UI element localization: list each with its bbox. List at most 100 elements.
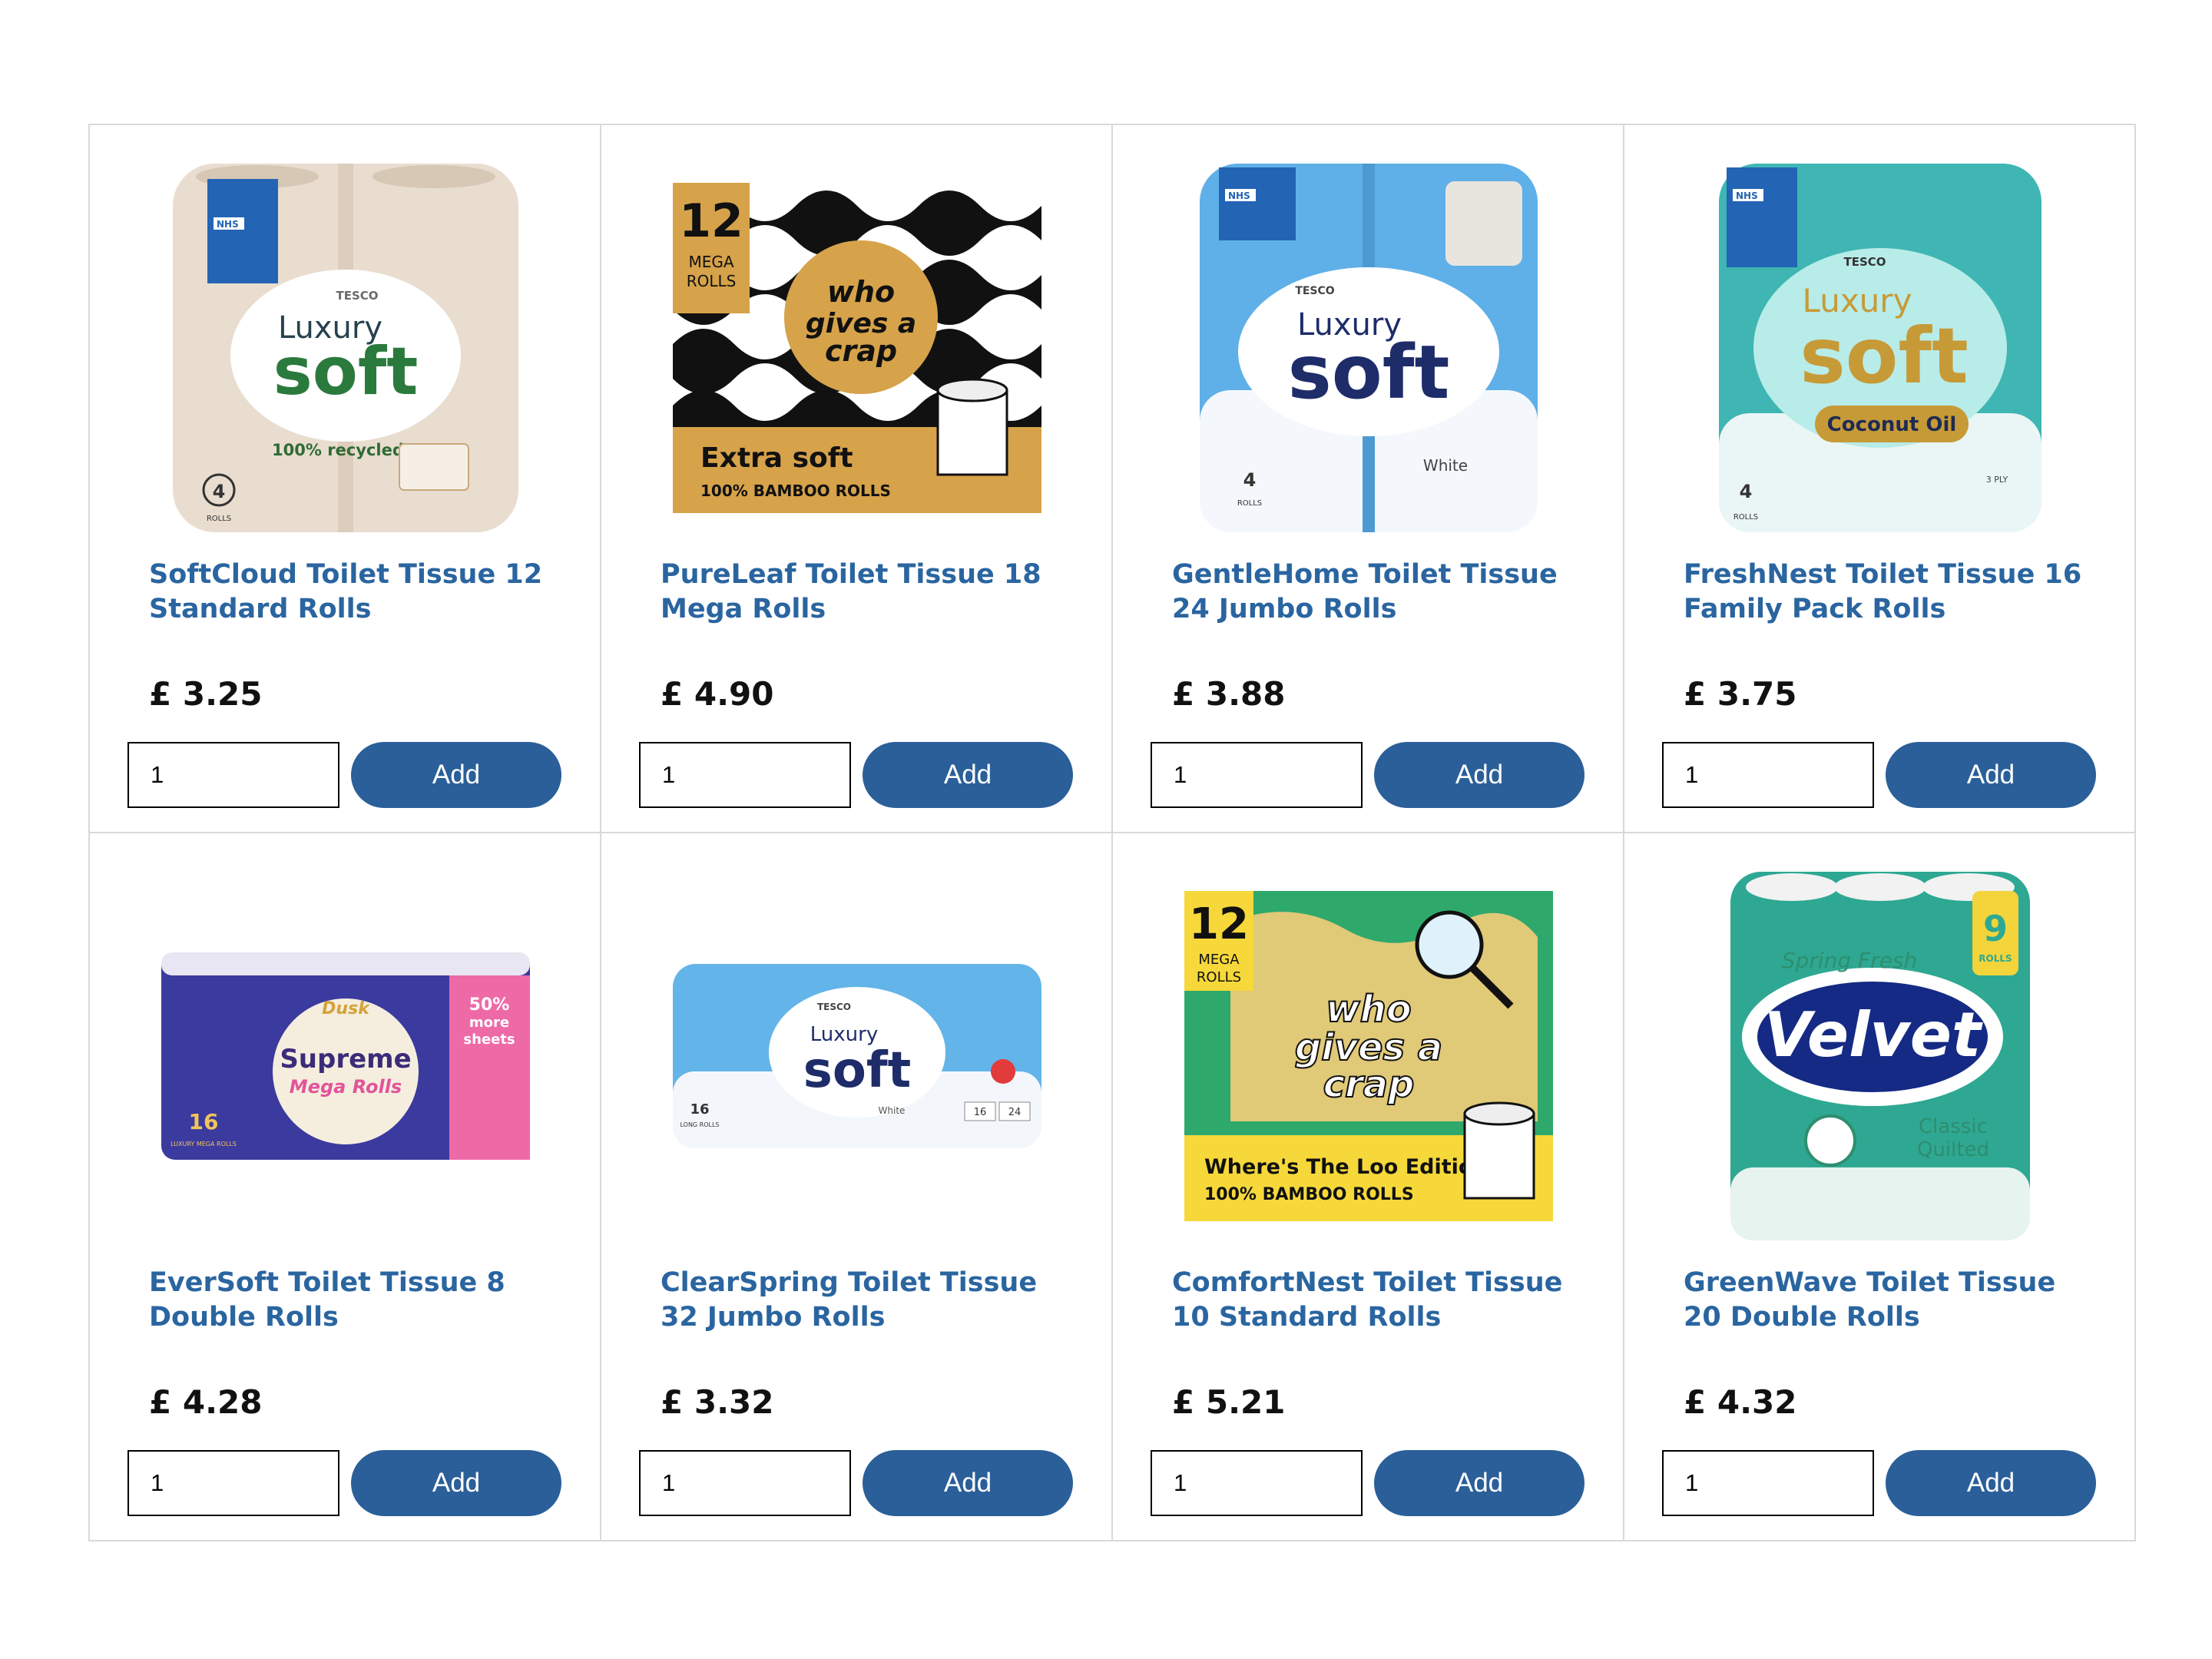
svg-text:crap: crap	[1323, 1063, 1415, 1106]
product-title-link[interactable]: SoftCloud Toilet Tissue 12 Standard Roll…	[149, 558, 548, 627]
product-price: £ 4.32	[1684, 1383, 1797, 1421]
product-price: £ 3.32	[661, 1383, 774, 1421]
add-to-basket-button[interactable]: Add	[1886, 1450, 2096, 1516]
svg-text:ROLLS: ROLLS	[1197, 969, 1241, 985]
svg-text:who: who	[1326, 988, 1412, 1031]
svg-text:ROLLS: ROLLS	[1237, 499, 1262, 508]
svg-text:White: White	[1423, 456, 1468, 475]
product-card: 12 MEGA ROLLS who gives a crap Where's T…	[1113, 833, 1624, 1541]
product-price: £ 4.90	[661, 675, 774, 713]
add-to-basket-button[interactable]: Add	[1374, 1450, 1584, 1516]
product-title-link[interactable]: ComfortNest Toilet Tissue 10 Standard Ro…	[1172, 1266, 1571, 1335]
svg-text:ROLLS: ROLLS	[207, 515, 231, 523]
product-grid: NHS TESCO Luxury soft 100% recycled 4 RO…	[88, 124, 2136, 1541]
product-title-link[interactable]: EverSoft Toilet Tissue 8 Double Rolls	[149, 1266, 548, 1335]
add-to-basket-button[interactable]: Add	[1374, 742, 1584, 808]
product-image[interactable]: Dusk Supreme Mega Rolls 50% more sheets …	[128, 864, 563, 1248]
svg-text:3 PLY: 3 PLY	[1986, 475, 2008, 485]
product-card: Dusk Supreme Mega Rolls 50% more sheets …	[90, 833, 601, 1541]
product-title-link[interactable]: FreshNest Toilet Tissue 16 Family Pack R…	[1684, 558, 2083, 627]
quantity-input[interactable]	[639, 742, 851, 808]
quantity-input[interactable]	[1662, 742, 1874, 808]
svg-text:12: 12	[679, 194, 743, 248]
product-card: NHS TESCO Luxury soft Coconut Oil 3 PLY …	[1624, 125, 2136, 833]
toilet-roll-pack-image: NHS TESCO Luxury soft White 4 ROLLS	[1200, 164, 1538, 532]
svg-text:MEGA: MEGA	[1198, 952, 1240, 968]
product-title-link[interactable]: ClearSpring Toilet Tissue 32 Jumbo Rolls	[661, 1266, 1060, 1335]
mega-roll-pack-image: Dusk Supreme Mega Rolls 50% more sheets …	[161, 952, 530, 1160]
svg-text:Classic: Classic	[1919, 1115, 1988, 1138]
product-image[interactable]: NHS TESCO Luxury soft 100% recycled 4 RO…	[128, 156, 563, 540]
loo-edition-box-image: 12 MEGA ROLLS who gives a crap Where's T…	[1184, 891, 1553, 1221]
svg-text:Coconut Oil: Coconut Oil	[1827, 413, 1957, 436]
svg-text:Supreme: Supreme	[280, 1044, 411, 1075]
svg-text:soft: soft	[1288, 329, 1450, 416]
product-image[interactable]: NHS TESCO Luxury soft White 4 ROLLS	[1151, 156, 1586, 540]
svg-text:crap: crap	[825, 334, 897, 368]
svg-text:100% recycled: 100% recycled	[272, 441, 404, 459]
svg-text:16: 16	[690, 1101, 709, 1118]
svg-text:sheets: sheets	[463, 1031, 515, 1048]
svg-text:ROLLS: ROLLS	[1979, 953, 2012, 964]
product-card: TESCO Luxury soft White 16 LONG ROLLS 16…	[601, 833, 1113, 1541]
svg-text:soft: soft	[803, 1042, 912, 1099]
product-card: 12 MEGA ROLLS who gives a crap Extra sof…	[601, 125, 1113, 833]
svg-text:4: 4	[1243, 469, 1257, 491]
svg-text:Mega Rolls: Mega Rolls	[290, 1076, 402, 1098]
toilet-roll-pack-image: NHS TESCO Luxury soft 100% recycled 4 RO…	[173, 164, 518, 532]
product-image[interactable]: 9 ROLLS Spring Fresh Velvet Classic Quil…	[1663, 864, 2098, 1248]
quantity-input[interactable]	[1151, 1450, 1363, 1516]
svg-text:12: 12	[1189, 899, 1249, 949]
svg-text:soft: soft	[273, 333, 419, 410]
svg-text:more: more	[469, 1015, 509, 1031]
product-price: £ 5.21	[1172, 1383, 1286, 1421]
svg-text:24: 24	[1008, 1107, 1022, 1118]
product-image[interactable]: 12 MEGA ROLLS who gives a crap Where's T…	[1151, 864, 1586, 1248]
svg-text:Where's The Loo Edition: Where's The Loo Edition	[1204, 1155, 1488, 1179]
product-image[interactable]: TESCO Luxury soft White 16 LONG ROLLS 16…	[640, 864, 1075, 1248]
svg-text:TESCO: TESCO	[336, 289, 378, 303]
svg-text:NHS: NHS	[1736, 190, 1758, 201]
quantity-input[interactable]	[1662, 1450, 1874, 1516]
svg-text:Spring Fresh: Spring Fresh	[1782, 948, 1917, 973]
add-to-basket-button[interactable]: Add	[351, 1450, 561, 1516]
svg-text:16: 16	[189, 1109, 219, 1134]
quantity-input[interactable]	[127, 1450, 339, 1516]
product-image[interactable]: 12 MEGA ROLLS who gives a crap Extra sof…	[640, 156, 1075, 540]
svg-text:who: who	[827, 275, 895, 309]
add-to-basket-button[interactable]: Add	[351, 742, 561, 808]
svg-text:LUXURY MEGA ROLLS: LUXURY MEGA ROLLS	[171, 1141, 237, 1147]
quantity-input[interactable]	[127, 742, 339, 808]
product-title-link[interactable]: GentleHome Toilet Tissue 24 Jumbo Rolls	[1172, 558, 1571, 627]
product-title-link[interactable]: GreenWave Toilet Tissue 20 Double Rolls	[1684, 1266, 2083, 1335]
product-price: £ 3.25	[149, 675, 263, 713]
svg-text:TESCO: TESCO	[1295, 285, 1334, 297]
svg-text:Extra soft: Extra soft	[700, 442, 853, 474]
svg-text:Dusk: Dusk	[322, 999, 370, 1018]
svg-text:LONG ROLLS: LONG ROLLS	[680, 1121, 719, 1128]
svg-text:9: 9	[1983, 908, 2008, 949]
quantity-input[interactable]	[639, 1450, 851, 1516]
svg-text:100% BAMBOO ROLLS: 100% BAMBOO ROLLS	[700, 482, 891, 500]
add-to-basket-button[interactable]: Add	[863, 742, 1073, 808]
svg-text:MEGA: MEGA	[688, 253, 733, 271]
svg-text:soft: soft	[1800, 311, 1969, 401]
svg-text:ROLLS: ROLLS	[1734, 513, 1758, 522]
product-price: £ 4.28	[149, 1383, 263, 1421]
product-price: £ 3.75	[1684, 675, 1797, 713]
product-image[interactable]: NHS TESCO Luxury soft Coconut Oil 3 PLY …	[1663, 156, 2098, 540]
quantity-input[interactable]	[1151, 742, 1363, 808]
long-roll-pack-image: TESCO Luxury soft White 16 LONG ROLLS 16…	[673, 964, 1041, 1148]
svg-text:16: 16	[974, 1107, 987, 1118]
svg-text:TESCO: TESCO	[1843, 255, 1886, 269]
svg-text:50%: 50%	[469, 995, 510, 1015]
add-to-basket-button[interactable]: Add	[863, 1450, 1073, 1516]
svg-text:NHS: NHS	[217, 219, 239, 230]
product-title-link[interactable]: PureLeaf Toilet Tissue 18 Mega Rolls	[661, 558, 1060, 627]
svg-text:4: 4	[213, 481, 226, 502]
product-card: NHS TESCO Luxury soft White 4 ROLLS Gent…	[1113, 125, 1624, 833]
svg-text:Velvet: Velvet	[1764, 999, 1983, 1071]
product-card: 9 ROLLS Spring Fresh Velvet Classic Quil…	[1624, 833, 2136, 1541]
add-to-basket-button[interactable]: Add	[1886, 742, 2096, 808]
velvet-roll-pack-image: 9 ROLLS Spring Fresh Velvet Classic Quil…	[1730, 872, 2030, 1240]
